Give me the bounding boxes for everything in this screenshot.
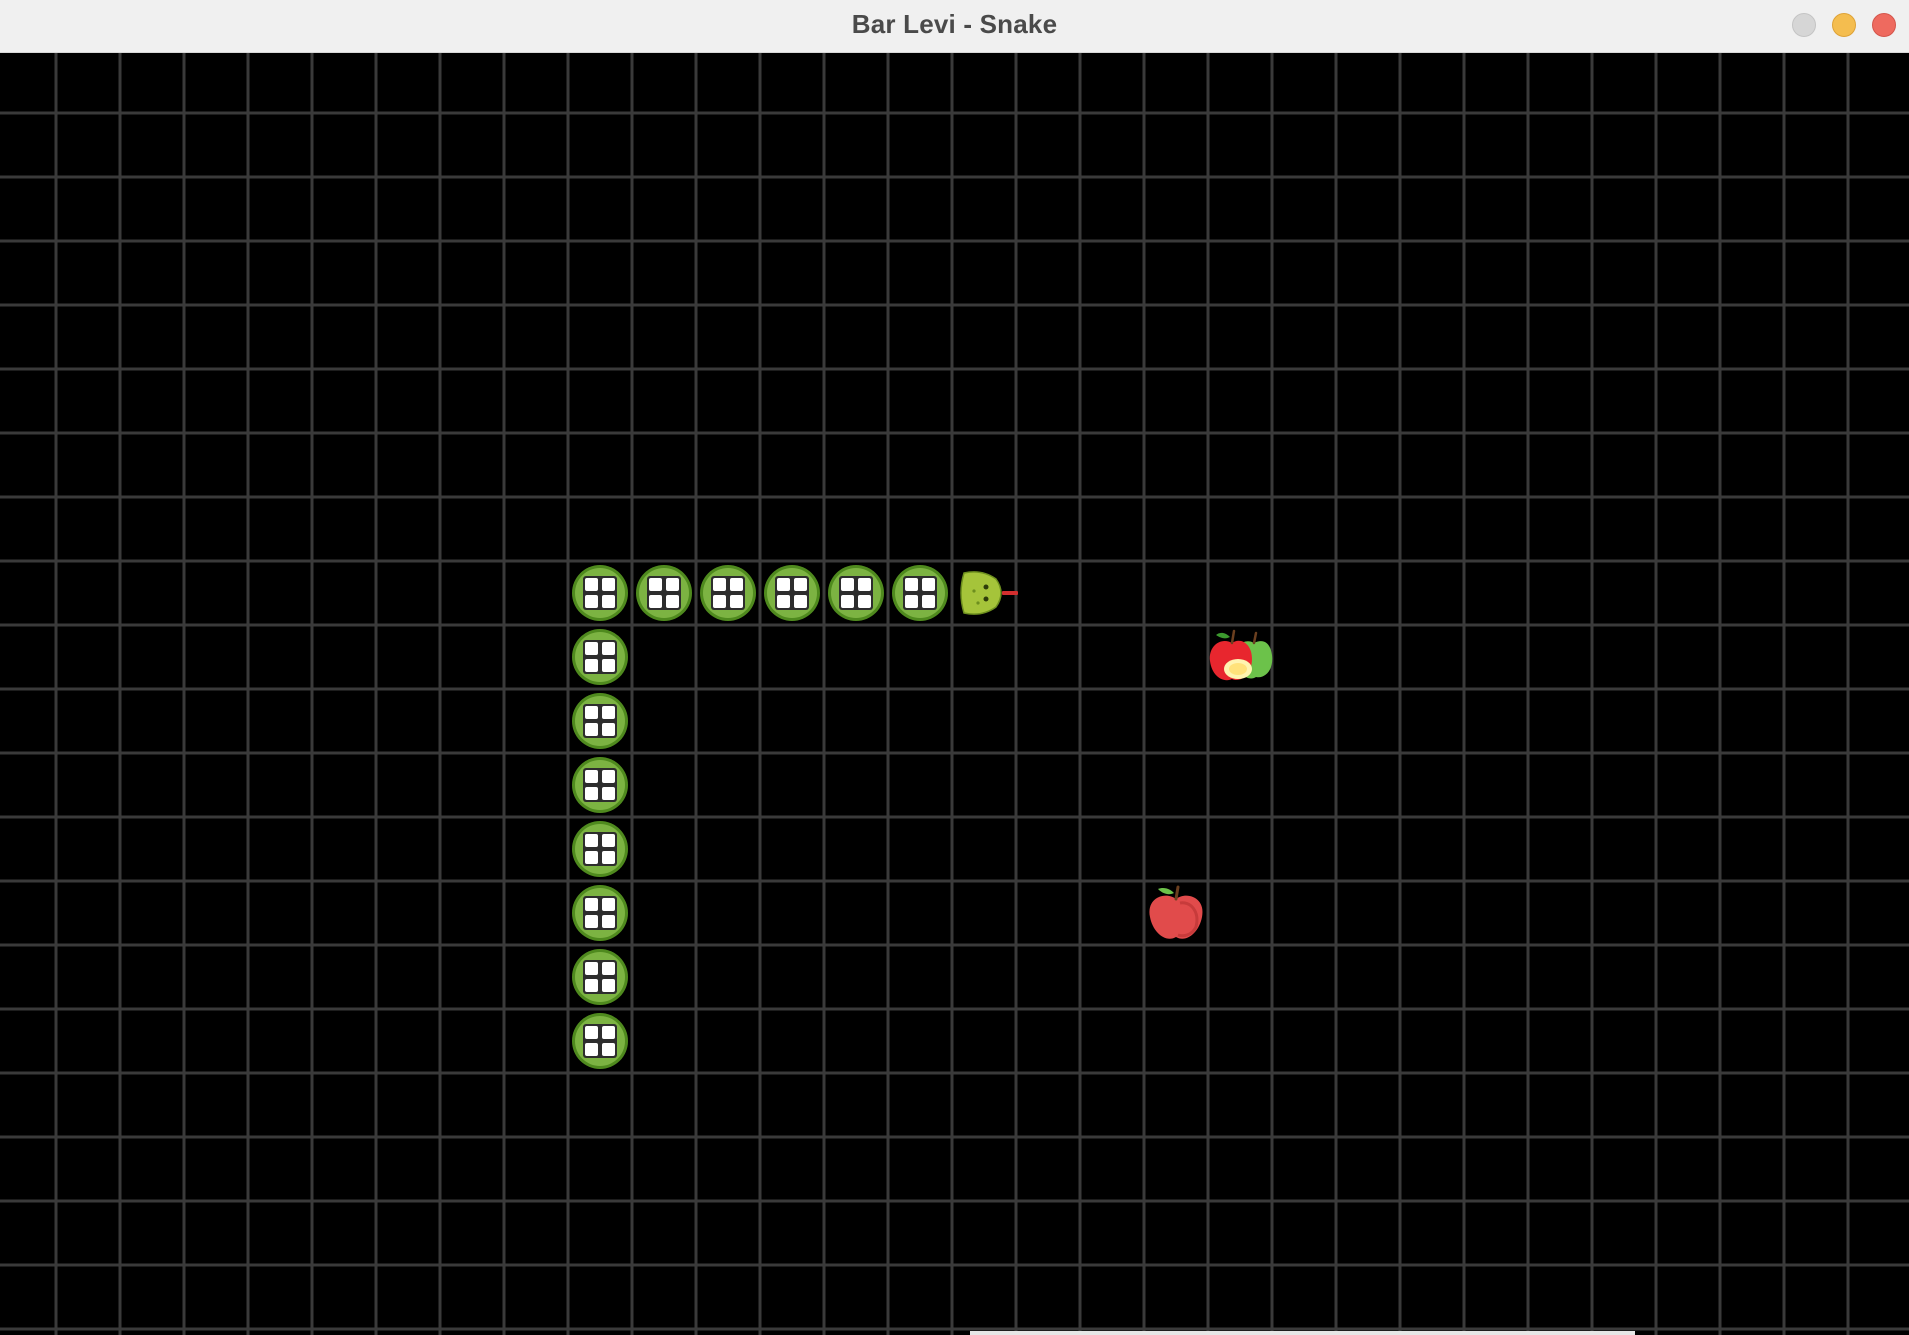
game-window: Bar Levi - Snake	[0, 0, 1909, 1335]
apple-stem	[1174, 885, 1180, 901]
segment-window	[585, 706, 598, 719]
board-canvas	[0, 53, 1909, 1335]
segment-window	[602, 787, 615, 800]
segment-window	[585, 834, 598, 847]
snake-body-segment	[572, 693, 628, 749]
segment-window	[602, 642, 615, 655]
segment-window	[602, 915, 615, 928]
segment-window	[922, 578, 935, 591]
segment-window	[905, 578, 918, 591]
close-button[interactable]	[1872, 13, 1896, 37]
segment-window	[777, 578, 790, 591]
snake-spot	[972, 589, 976, 593]
minimize-button[interactable]	[1832, 13, 1856, 37]
window-title: Bar Levi - Snake	[851, 9, 1058, 39]
segment-window	[858, 578, 871, 591]
segment-window	[585, 1026, 598, 1039]
segment-window	[794, 578, 807, 591]
segment-window	[666, 578, 679, 591]
snake-body-segment	[700, 565, 756, 621]
title-bar[interactable]: Bar Levi - Snake	[0, 0, 1909, 53]
snake-body-segment	[572, 885, 628, 941]
segment-window	[602, 723, 615, 736]
segment-window	[858, 595, 871, 608]
segment-window	[602, 979, 615, 992]
apple-body	[1149, 895, 1203, 939]
snake-body-segment	[636, 565, 692, 621]
segment-window	[585, 851, 598, 864]
segment-window	[649, 595, 662, 608]
segment-window	[602, 578, 615, 591]
segment-window	[585, 1043, 598, 1056]
segment-window	[905, 595, 918, 608]
snake-body-segment	[572, 565, 628, 621]
segment-window	[794, 595, 807, 608]
segment-window	[602, 706, 615, 719]
segment-window	[585, 787, 598, 800]
segment-window	[602, 659, 615, 672]
segment-window	[602, 834, 615, 847]
segment-window	[585, 578, 598, 591]
segment-window	[730, 595, 743, 608]
snake-body-segment	[572, 1013, 628, 1069]
segment-window	[585, 915, 598, 928]
snake-tongue	[1002, 591, 1018, 595]
segment-window	[585, 979, 598, 992]
segment-window	[585, 659, 598, 672]
segment-window	[922, 595, 935, 608]
snake-body-segment	[572, 629, 628, 685]
segment-window	[730, 578, 743, 591]
snake-body-segment	[572, 757, 628, 813]
segment-window	[585, 642, 598, 655]
segment-window	[602, 962, 615, 975]
gray-window-button[interactable]	[1792, 13, 1816, 37]
snake-body-segment	[828, 565, 884, 621]
segment-window	[585, 595, 598, 608]
segment-window	[713, 578, 726, 591]
segment-window	[585, 770, 598, 783]
segment-window	[777, 595, 790, 608]
segment-window	[602, 898, 615, 911]
segment-window	[602, 1026, 615, 1039]
snake-body-segment	[572, 821, 628, 877]
snake-body-segment	[892, 565, 948, 621]
snake-eye	[983, 584, 989, 590]
game-board[interactable]	[0, 53, 1909, 1335]
segment-window	[585, 723, 598, 736]
board-background	[0, 53, 1909, 1335]
snake-body-segment	[572, 949, 628, 1005]
segment-window	[713, 595, 726, 608]
segment-window	[841, 595, 854, 608]
bottom-scroll-indicator	[970, 1331, 1635, 1335]
segment-window	[602, 770, 615, 783]
segment-window	[602, 851, 615, 864]
snake-body-segment	[764, 565, 820, 621]
segment-window	[649, 578, 662, 591]
snake-head-shape	[960, 571, 1002, 615]
segment-window	[585, 898, 598, 911]
snake-eye	[983, 596, 989, 602]
segment-window	[585, 962, 598, 975]
segment-window	[602, 1043, 615, 1056]
snake-spot	[976, 601, 980, 605]
segment-window	[841, 578, 854, 591]
apple-slice-core	[1229, 663, 1247, 675]
segment-window	[602, 595, 615, 608]
segment-window	[666, 595, 679, 608]
